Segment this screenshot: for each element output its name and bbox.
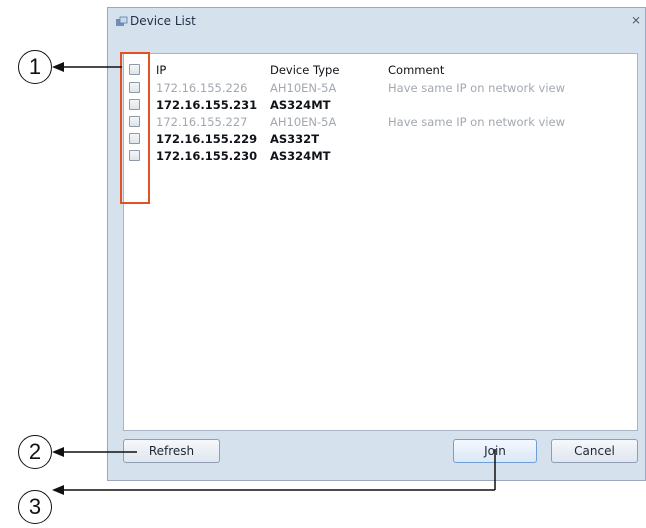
callout-3: 3 — [18, 490, 52, 524]
callout-arrows — [52, 62, 496, 495]
callout-1: 1 — [18, 50, 52, 84]
callout-2: 2 — [18, 435, 52, 469]
